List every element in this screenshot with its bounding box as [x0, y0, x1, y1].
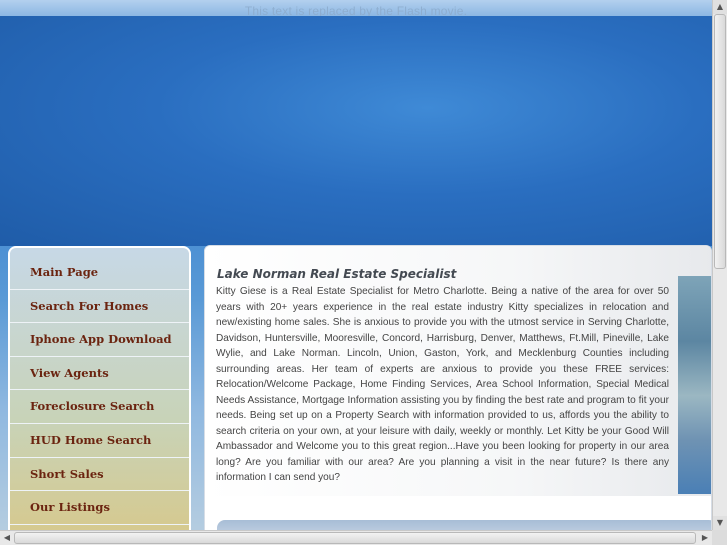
- intro-section: Lake Norman Real Estate Specialist Kitty…: [205, 246, 711, 496]
- horizontal-scrollbar[interactable]: ◀ ▶: [0, 530, 712, 545]
- vertical-scrollbar[interactable]: ▲ ▼: [712, 0, 727, 530]
- sidebar-item-short-sales[interactable]: Short Sales: [10, 458, 189, 492]
- flash-header: This text is replaced by the Flash movie…: [0, 0, 712, 18]
- page-title: Lake Norman Real Estate Specialist: [217, 267, 457, 281]
- triangle-up-icon[interactable]: ▲: [713, 0, 727, 14]
- sidebar-item-search-for-homes[interactable]: Search For Homes: [10, 290, 189, 324]
- sidebar-item-view-agents[interactable]: View Agents: [10, 357, 189, 391]
- scrollbar-corner: [712, 530, 727, 545]
- agent-photo: [678, 276, 711, 494]
- sidebar-item-main-page[interactable]: Main Page: [10, 256, 189, 290]
- main-content-panel: Lake Norman Real Estate Specialist Kitty…: [204, 245, 712, 537]
- sidebar-item-our-listings[interactable]: Our Listings: [10, 491, 189, 525]
- vertical-scroll-thumb[interactable]: [714, 14, 726, 269]
- sidebar-nav: Main Page Search For Homes Iphone App Do…: [8, 246, 191, 536]
- sidebar-item-foreclosure-search[interactable]: Foreclosure Search: [10, 390, 189, 424]
- sidebar-item-hud-home-search[interactable]: HUD Home Search: [10, 424, 189, 458]
- intro-paragraph: Kitty Giese is a Real Estate Specialist …: [216, 286, 669, 483]
- horizontal-scroll-thumb[interactable]: [14, 532, 696, 544]
- triangle-left-icon[interactable]: ◀: [0, 531, 14, 545]
- hero-banner: [0, 16, 712, 246]
- triangle-right-icon[interactable]: ▶: [698, 531, 712, 545]
- triangle-down-icon[interactable]: ▼: [713, 516, 727, 530]
- sidebar-item-iphone-app-download[interactable]: Iphone App Download: [10, 323, 189, 357]
